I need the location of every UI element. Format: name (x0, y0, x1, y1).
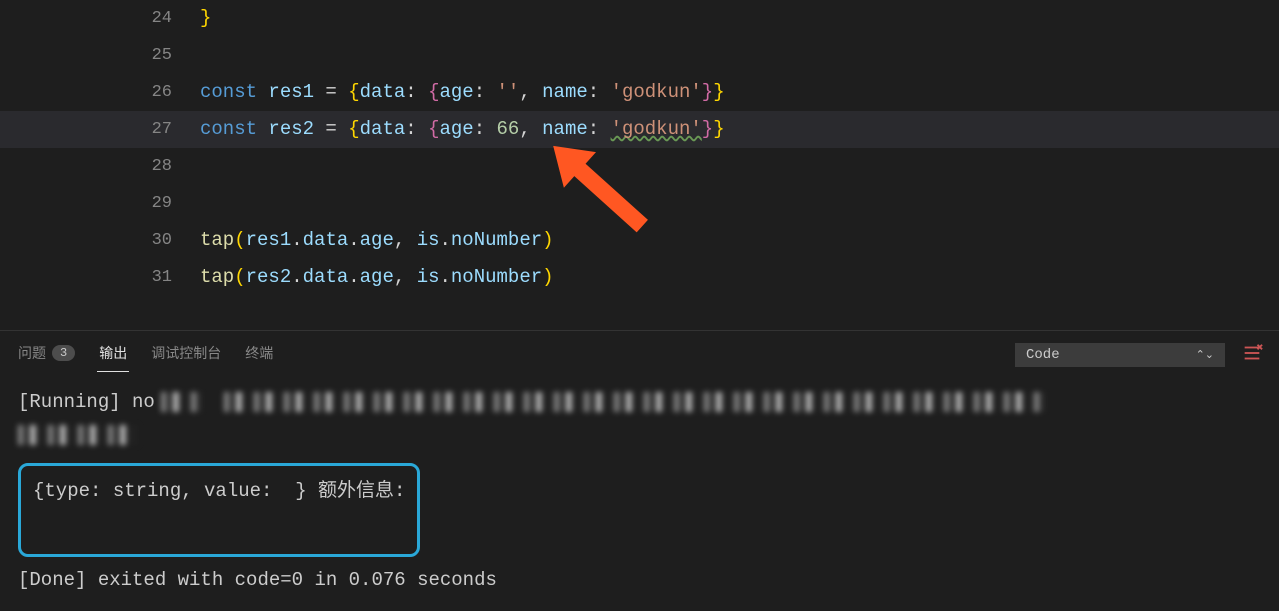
output-line-running: [Running] no (18, 383, 1261, 421)
line-number: 30 (0, 222, 200, 259)
tab-problems-label: 问题 (18, 343, 46, 363)
tab-problems[interactable]: 问题 3 (16, 339, 77, 371)
line-number: 27 (0, 111, 200, 148)
redacted-text (18, 425, 138, 445)
tab-terminal-label: 终端 (245, 343, 273, 363)
line-number: 25 (0, 37, 200, 74)
output-line-done: [Done] exited with code=0 in 0.076 secon… (18, 561, 1261, 599)
code-line[interactable]: 27const res2 = {data: {age: 66, name: 'g… (0, 111, 1279, 148)
tab-terminal[interactable]: 终端 (243, 339, 275, 371)
line-number: 28 (0, 148, 200, 185)
tab-debug-console-label: 调试控制台 (151, 343, 221, 363)
line-content: const res1 = {data: {age: '', name: 'god… (200, 74, 725, 111)
code-line[interactable]: 31tap(res2.data.age, is.noNumber) (0, 259, 1279, 296)
chevron-down-icon: ⌃⌄ (1196, 348, 1214, 362)
bottom-panel: 问题 3 输出 调试控制台 终端 Code ⌃⌄ (0, 331, 1279, 611)
output-line-redacted (18, 421, 1261, 459)
dropdown-value: Code (1026, 347, 1060, 363)
output-channel-dropdown[interactable]: Code ⌃⌄ (1015, 343, 1225, 367)
line-number: 31 (0, 259, 200, 296)
tab-output-label: 输出 (99, 343, 127, 363)
tab-output[interactable]: 输出 (97, 339, 129, 372)
line-content: tap(res2.data.age, is.noNumber) (200, 259, 554, 296)
line-number: 29 (0, 185, 200, 222)
running-prefix: [Running] no (18, 383, 155, 421)
line-content: tap(res1.data.age, is.noNumber) (200, 222, 554, 259)
code-line[interactable]: 24} (0, 0, 1279, 37)
line-content: } (200, 0, 211, 37)
clear-output-icon[interactable] (1241, 342, 1263, 369)
panel-tabs: 问题 3 输出 调试控制台 终端 Code ⌃⌄ (0, 331, 1279, 371)
line-number: 26 (0, 74, 200, 111)
output-highlight-box: {type: string, value: } 额外信息: (18, 463, 420, 557)
code-line[interactable]: 26const res1 = {data: {age: '', name: 'g… (0, 74, 1279, 111)
problems-count-badge: 3 (52, 345, 75, 361)
redacted-text (161, 392, 201, 412)
tab-debug-console[interactable]: 调试控制台 (149, 339, 223, 371)
output-line-result: {type: string, value: } 额外信息: (33, 472, 405, 510)
redacted-text (224, 392, 1044, 412)
code-line[interactable]: 25 (0, 37, 1279, 74)
output-line-empty (33, 510, 405, 548)
line-number: 24 (0, 0, 200, 37)
line-content: const res2 = {data: {age: 66, name: 'god… (200, 111, 725, 148)
output-content[interactable]: [Running] no {type: string, value: } 额外信… (0, 371, 1279, 611)
